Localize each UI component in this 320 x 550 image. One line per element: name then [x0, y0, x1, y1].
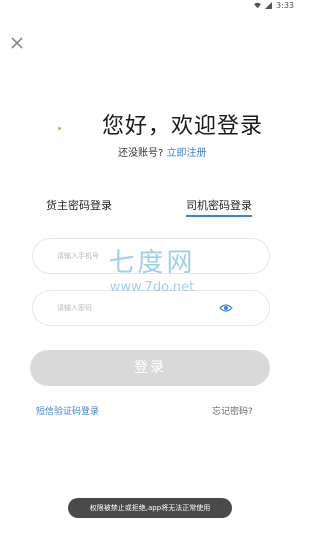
phone-field — [32, 238, 270, 274]
password-field — [32, 290, 270, 326]
permission-toast: 权限被禁止或拒绝,app将无法正常使用 — [68, 498, 232, 518]
wifi-icon — [254, 2, 262, 9]
decorative-dot — [58, 127, 61, 130]
tab-owner-password-login[interactable]: 货主密码登录 — [46, 197, 112, 213]
close-icon[interactable] — [8, 36, 26, 54]
signal-icon — [265, 2, 273, 9]
page-title: 您好，欢迎登录 — [102, 114, 264, 139]
register-prompt: 还没账号? — [118, 148, 164, 159]
status-bar: 3:33 — [0, 0, 300, 14]
battery-text: 3:33 — [276, 1, 294, 10]
active-tab-indicator — [186, 215, 252, 217]
phone-input[interactable] — [55, 239, 229, 273]
tab-driver-password-login[interactable]: 司机密码登录 — [186, 197, 252, 213]
status-icons: 3:33 — [254, 1, 294, 10]
register-row: 还没账号? 立即注册 — [118, 144, 207, 159]
login-button[interactable]: 登录 — [30, 350, 270, 386]
password-input[interactable] — [55, 291, 229, 325]
forgot-password-link[interactable]: 忘记密码? — [212, 404, 253, 417]
register-link[interactable]: 立即注册 — [167, 148, 207, 159]
eye-icon[interactable] — [219, 303, 233, 313]
sms-code-login-link[interactable]: 短信验证码登录 — [36, 404, 99, 417]
